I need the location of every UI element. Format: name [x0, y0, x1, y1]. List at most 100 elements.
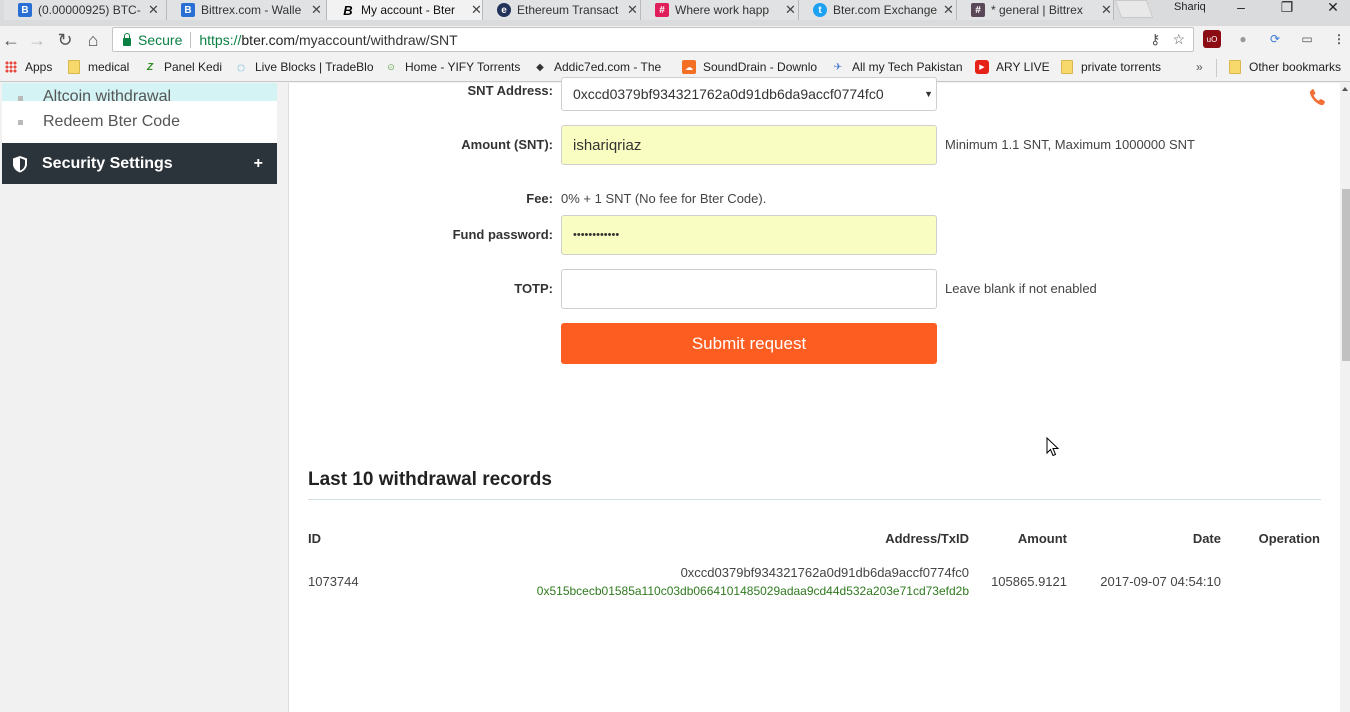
extension-sync-icon[interactable]: ⟳	[1266, 30, 1284, 48]
bullet-icon	[18, 119, 23, 125]
tab-label: * general | Bittrex	[991, 3, 1083, 17]
divider	[190, 31, 192, 48]
column-header-address-txid: Address/TxID	[885, 531, 969, 546]
scroll-up-arrow-icon[interactable]	[1342, 87, 1348, 91]
shield-icon	[13, 155, 27, 172]
bookmark-private-torrents[interactable]: private torrents	[1060, 60, 1161, 74]
column-header-date: Date	[1192, 531, 1221, 546]
back-button[interactable]: ←	[0, 29, 22, 51]
close-icon[interactable]: ✕	[148, 2, 159, 18]
bookmark-label: All my Tech Pakistan	[852, 60, 963, 74]
reload-button[interactable]: ↻	[54, 29, 76, 51]
bookmark-apps[interactable]: Apps	[4, 60, 52, 74]
page-content: Altcoin withdrawal Redeem Bter Code Secu…	[0, 77, 1340, 712]
sidebar-item-redeem-bter-code[interactable]: Redeem Bter Code	[2, 101, 277, 143]
bookmark-label: Panel Kedi	[164, 60, 223, 74]
sidebar-section-label: Security Settings	[42, 154, 173, 172]
main-panel: SNT Address: 0xccd0379bf934321762a0d91db…	[288, 77, 1340, 712]
bookmark-live-blocks[interactable]: ◌ Live Blocks | TradeBlo	[234, 59, 374, 75]
page-scrollbar[interactable]	[1340, 83, 1350, 712]
record-txid-link[interactable]: 0x515bcecb01585a110c03db0664101485029ada…	[537, 584, 969, 598]
close-icon[interactable]: ✕	[1101, 2, 1112, 18]
tab-bter-my-account[interactable]: B My account - Bter ✕	[327, 0, 483, 20]
totp-hint: Leave blank if not enabled	[945, 281, 1097, 296]
close-icon[interactable]: ✕	[627, 2, 638, 18]
restore-button[interactable]: ❐	[1264, 0, 1310, 20]
profile-name[interactable]: Shariq	[1174, 1, 1206, 13]
totp-label: TOTP:	[514, 281, 553, 296]
minimize-button[interactable]: –	[1218, 0, 1264, 20]
tab-slack-general[interactable]: # * general | Bittrex ✕	[957, 0, 1114, 20]
sidebar-section-security-settings[interactable]: Security Settings +	[2, 143, 277, 184]
sidebar-item-label: Altcoin withdrawal	[43, 88, 172, 101]
tab-twitter-bter[interactable]: t Bter.com Exchange ✕	[799, 0, 957, 20]
bookmark-panel-kedi[interactable]: Z Panel Kedi	[143, 60, 222, 74]
url-scheme: https://	[199, 31, 242, 48]
bookmark-addic7ed[interactable]: ◆ Addic7ed.com - The	[533, 60, 661, 74]
column-header-id: ID	[308, 531, 321, 546]
other-bookmarks[interactable]: Other bookmarks	[1228, 60, 1341, 74]
menu-icon[interactable]: ⋮	[1330, 30, 1348, 48]
tradeblock-icon: ◌	[236, 59, 246, 75]
home-button[interactable]: ⌂	[82, 29, 104, 51]
key-icon[interactable]: ⚷	[1150, 31, 1160, 48]
extension-globe-icon[interactable]: ●	[1234, 30, 1252, 48]
close-icon[interactable]: ✕	[785, 2, 796, 18]
bittrex-b-icon: B	[18, 3, 32, 17]
bookmark-yify[interactable]: ⊙ Home - YIFY Torrents	[384, 60, 520, 74]
tab-label: My account - Bter	[361, 3, 456, 17]
bookmark-label: SoundDrain - Downlo	[703, 60, 818, 74]
amount-label: Amount (SNT):	[461, 137, 553, 152]
close-icon[interactable]: ✕	[471, 2, 482, 18]
sidebar: Altcoin withdrawal Redeem Bter Code Secu…	[2, 83, 277, 184]
close-icon[interactable]: ✕	[311, 2, 322, 18]
bookmark-label: Apps	[25, 60, 53, 74]
snt-address-value: 0xccd0379bf934321762a0d91db6da9accf0774f…	[573, 86, 884, 102]
snt-address-label: SNT Address:	[467, 83, 553, 98]
yts-icon: ⊙	[387, 61, 395, 72]
bookmark-medical[interactable]: medical	[67, 60, 129, 74]
tab-slack[interactable]: # Where work happ ✕	[641, 0, 799, 20]
bookmark-label: Other bookmarks	[1249, 60, 1342, 74]
bter-b-icon: B	[343, 2, 353, 18]
fund-password-input[interactable]: ••••••••••••	[561, 215, 937, 255]
record-id: 1073744	[308, 574, 359, 589]
bookmark-star-icon[interactable]: ☆	[1172, 31, 1185, 48]
address-bar[interactable]: Secure https:// bter.com /myaccount/with…	[112, 27, 1194, 52]
tab-bittrex-wallet[interactable]: B Bittrex.com - Walle ✕	[167, 0, 327, 20]
slack-hash-icon: #	[971, 3, 985, 17]
ublock-icon[interactable]: uO	[1203, 30, 1221, 48]
bookmark-label: medical	[88, 60, 130, 74]
records-title: Last 10 withdrawal records	[308, 469, 552, 490]
snt-address-select[interactable]: 0xccd0379bf934321762a0d91db6da9accf0774f…	[561, 77, 937, 111]
bookmarks-overflow-button[interactable]: »	[1196, 60, 1203, 74]
cast-icon[interactable]: ▭	[1298, 30, 1316, 48]
divider	[308, 499, 1321, 500]
column-header-amount: Amount	[1017, 531, 1067, 546]
totp-input[interactable]	[561, 269, 937, 309]
security-label: Secure	[138, 31, 183, 48]
tab-strip: B (0.00000925) BTC- ✕ B Bittrex.com - Wa…	[0, 0, 1350, 26]
record-address: 0xccd0379bf934321762a0d91db6da9accf0774f…	[680, 565, 969, 580]
new-tab-button[interactable]	[1114, 0, 1154, 18]
forward-button[interactable]: →	[26, 29, 48, 51]
lock-icon	[123, 32, 131, 46]
tab-etherscan[interactable]: e Ethereum Transact ✕	[483, 0, 641, 20]
close-icon[interactable]: ✕	[943, 2, 954, 18]
bookmark-sounddrain[interactable]: ☁ SoundDrain - Downlo	[682, 60, 817, 74]
twitter-icon: t	[813, 3, 827, 17]
bookmark-ary-live[interactable]: ▶ ARY LIVE	[975, 60, 1050, 74]
amount-input[interactable]: ishariqriaz	[561, 125, 937, 165]
tab-label: Bter.com Exchange	[833, 3, 937, 17]
bookmark-tech-pakistan[interactable]: ✈ All my Tech Pakistan	[831, 60, 963, 74]
submit-request-button[interactable]: Submit request	[561, 323, 937, 364]
tab-label: Bittrex.com - Walle	[201, 3, 302, 17]
bookmark-label: private torrents	[1081, 60, 1162, 74]
sidebar-item-altcoin-withdrawal[interactable]: Altcoin withdrawal	[2, 83, 277, 101]
expand-icon[interactable]: +	[254, 155, 263, 173]
phone-icon[interactable]	[1306, 87, 1328, 109]
fee-value: 0% + 1 SNT (No fee for Bter Code).	[561, 191, 767, 206]
close-window-button[interactable]: ✕	[1310, 0, 1350, 20]
scrollbar-thumb[interactable]	[1342, 189, 1350, 361]
tab-bittrex-btc[interactable]: B (0.00000925) BTC- ✕	[4, 0, 167, 20]
